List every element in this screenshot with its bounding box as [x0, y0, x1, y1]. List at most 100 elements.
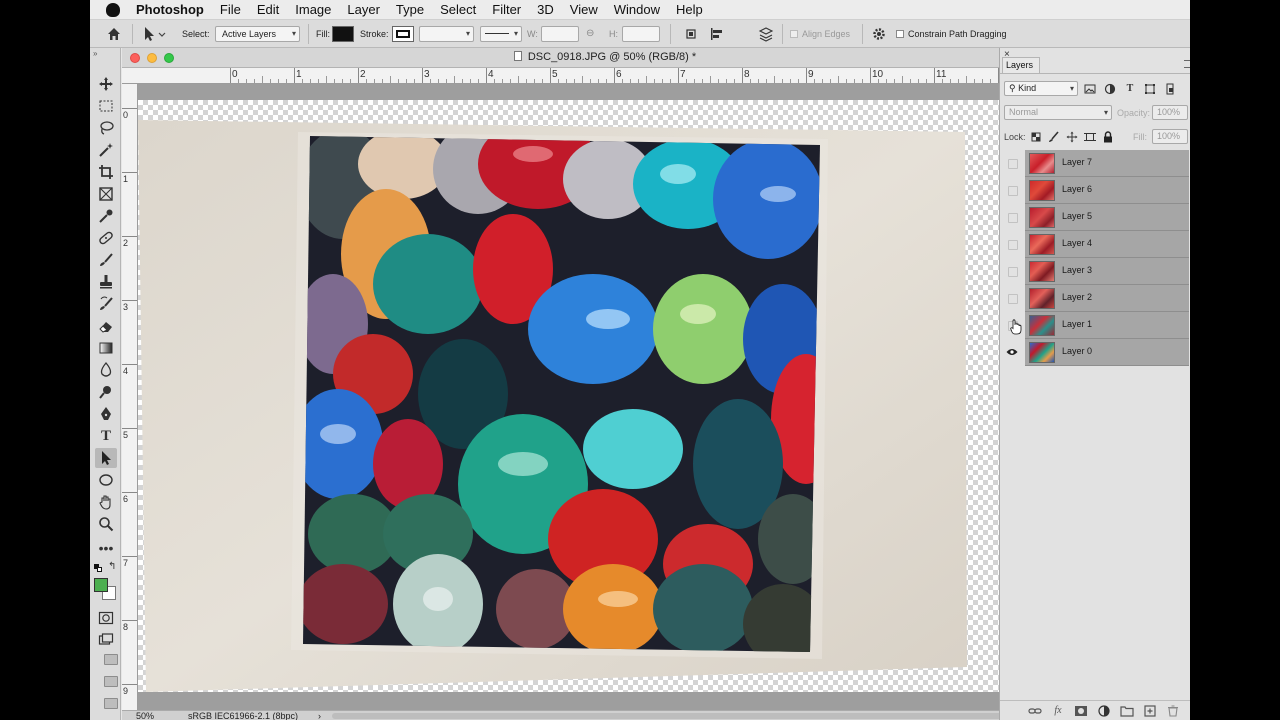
type-tool-icon[interactable]: T	[95, 426, 117, 446]
lock-position-icon[interactable]	[1066, 131, 1078, 143]
adjustment-layer-filter-icon[interactable]	[1104, 83, 1116, 95]
link-layers-icon[interactable]	[1028, 705, 1042, 717]
zoom-tool-icon[interactable]	[95, 514, 117, 534]
layer-style-icon[interactable]: fx	[1051, 705, 1065, 717]
menu-layer[interactable]: Layer	[347, 2, 380, 17]
layer-row[interactable]: Layer 4	[1000, 231, 1190, 258]
width-field[interactable]	[541, 26, 579, 42]
marquee-tool-icon[interactable]	[95, 96, 117, 116]
visibility-toggle[interactable]	[1004, 209, 1020, 225]
menu-filter[interactable]: Filter	[492, 2, 521, 17]
lasso-tool-icon[interactable]	[95, 118, 117, 138]
fill-swatch[interactable]	[332, 26, 354, 42]
lock-image-pixels-icon[interactable]	[1048, 131, 1060, 143]
panel-menu-icon[interactable]	[1184, 60, 1190, 68]
eyedropper-tool-icon[interactable]	[95, 206, 117, 226]
apple-icon[interactable]	[106, 2, 120, 17]
menu-3d[interactable]: 3D	[537, 2, 554, 17]
document-canvas[interactable]	[138, 84, 1088, 710]
new-layer-icon[interactable]	[1143, 705, 1157, 717]
layer-item[interactable]: Layer 1	[1025, 312, 1189, 339]
lock-transparent-pixels-icon[interactable]	[1030, 131, 1042, 143]
layer-item[interactable]: Layer 5	[1025, 204, 1189, 231]
document-tab[interactable]: DSC_0918.JPG @ 50% (RGB/8) *	[122, 51, 1088, 63]
clone-stamp-tool-icon[interactable]	[95, 272, 117, 292]
brush-tool-icon[interactable]	[95, 250, 117, 270]
pixel-layer-filter-icon[interactable]	[1084, 83, 1096, 95]
eraser-tool-icon[interactable]	[95, 316, 117, 336]
select-dropdown[interactable]: Active Layers ▾	[215, 26, 300, 42]
visibility-toggle[interactable]	[1004, 236, 1020, 252]
menu-window[interactable]: Window	[614, 2, 660, 17]
layer-row[interactable]: Layer 7	[1000, 150, 1190, 177]
align-edges-checkbox[interactable]	[790, 30, 798, 38]
menu-help[interactable]: Help	[676, 2, 703, 17]
vertical-ruler[interactable]: 0 1 2 3 4 5 6 7 8 9	[122, 84, 138, 710]
quick-mask-icon[interactable]	[95, 608, 117, 628]
add-mask-icon[interactable]	[1074, 705, 1088, 717]
shape-layer-filter-icon[interactable]	[1144, 83, 1156, 95]
blend-mode-dropdown[interactable]: Normal ▾	[1004, 105, 1112, 120]
healing-brush-tool-icon[interactable]	[95, 228, 117, 248]
constrain-path-dragging-checkbox[interactable]	[896, 30, 904, 38]
menu-type[interactable]: Type	[396, 2, 424, 17]
path-selection-tool-preset-icon[interactable]	[142, 26, 166, 42]
home-icon[interactable]	[106, 26, 122, 42]
layer-row[interactable]: Layer 6	[1000, 177, 1190, 204]
swap-colors-icon[interactable]: ↰	[108, 561, 116, 572]
lock-artboard-icon[interactable]	[1084, 131, 1096, 143]
smart-object-filter-icon[interactable]	[1164, 83, 1176, 95]
magic-wand-tool-icon[interactable]	[95, 140, 117, 160]
type-layer-filter-icon[interactable]: T	[1124, 83, 1136, 95]
menu-photoshop[interactable]: Photoshop	[136, 2, 204, 17]
gear-icon[interactable]	[872, 27, 886, 41]
menu-edit[interactable]: Edit	[257, 2, 279, 17]
new-group-icon[interactable]	[1120, 705, 1134, 717]
menu-file[interactable]: File	[220, 2, 241, 17]
layer-item[interactable]: Layer 2	[1025, 285, 1189, 312]
dodge-tool-icon[interactable]	[95, 382, 117, 402]
horizontal-scrollbar[interactable]	[332, 713, 1072, 719]
more-tools-icon[interactable]: •••	[95, 538, 117, 558]
path-selection-tool-icon[interactable]	[95, 448, 117, 468]
eye-icon[interactable]	[1004, 344, 1020, 360]
menu-image[interactable]: Image	[295, 2, 331, 17]
layer-item[interactable]: Layer 0	[1025, 339, 1189, 366]
stroke-width-field[interactable]: ▾	[419, 26, 474, 42]
path-operations-icon[interactable]	[684, 27, 698, 41]
screen-mode-icon[interactable]	[95, 630, 117, 650]
link-icon[interactable]: ⊖	[586, 28, 600, 40]
height-field[interactable]	[622, 26, 660, 42]
new-adjustment-layer-icon[interactable]	[1097, 705, 1111, 717]
menu-view[interactable]: View	[570, 2, 598, 17]
layer-row[interactable]: Layer 5	[1000, 204, 1190, 231]
trash-icon[interactable]	[1166, 705, 1180, 717]
layer-item[interactable]: Layer 7	[1025, 150, 1189, 177]
filter-kind-dropdown[interactable]: ⚲ Kind ▾	[1004, 81, 1078, 96]
frame-tool-icon[interactable]	[95, 184, 117, 204]
horizontal-ruler[interactable]: 012345678910111213	[122, 68, 1088, 84]
lock-all-icon[interactable]	[1102, 131, 1114, 143]
path-alignment-icon[interactable]	[710, 27, 724, 41]
pen-tool-icon[interactable]	[95, 404, 117, 424]
crop-tool-icon[interactable]	[95, 162, 117, 182]
layer-row[interactable]: Layer 3	[1000, 258, 1190, 285]
blur-tool-icon[interactable]	[95, 360, 117, 380]
visibility-toggle[interactable]	[1004, 182, 1020, 198]
layer-row[interactable]: Layer 0	[1000, 339, 1190, 366]
ellipse-tool-icon[interactable]	[95, 470, 117, 490]
foreground-color-swatch[interactable]	[94, 578, 108, 592]
layer-item[interactable]: Layer 3	[1025, 258, 1189, 285]
zoom-level[interactable]: 50%	[136, 711, 154, 720]
gradient-tool-icon[interactable]	[95, 338, 117, 358]
opacity-field[interactable]: 100%	[1152, 105, 1188, 120]
tab-layers[interactable]: Layers	[1002, 57, 1040, 73]
visibility-toggle[interactable]	[1004, 263, 1020, 279]
hand-tool-icon[interactable]	[95, 492, 117, 512]
layer-row[interactable]: Layer 1	[1000, 312, 1190, 339]
path-arrangement-icon[interactable]	[758, 26, 774, 42]
history-brush-tool-icon[interactable]	[95, 294, 117, 314]
visibility-toggle[interactable]	[1004, 155, 1020, 171]
layer-item[interactable]: Layer 6	[1025, 177, 1189, 204]
default-colors-icon[interactable]	[94, 564, 102, 572]
